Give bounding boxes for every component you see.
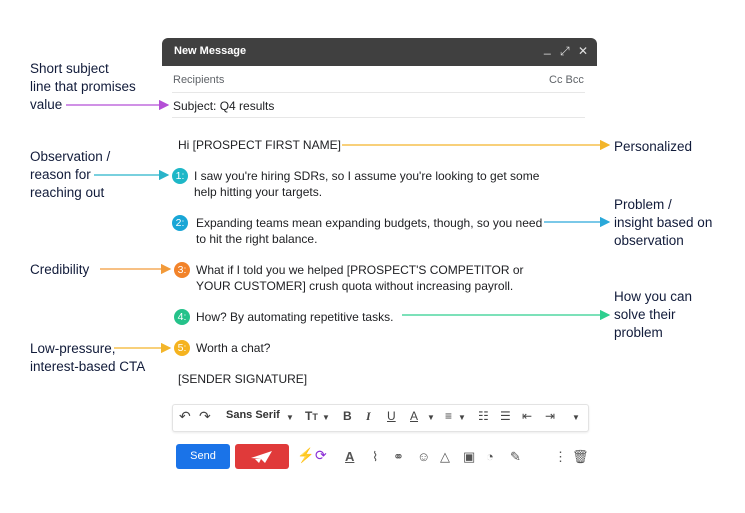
annotation-arrows	[66, 99, 611, 354]
